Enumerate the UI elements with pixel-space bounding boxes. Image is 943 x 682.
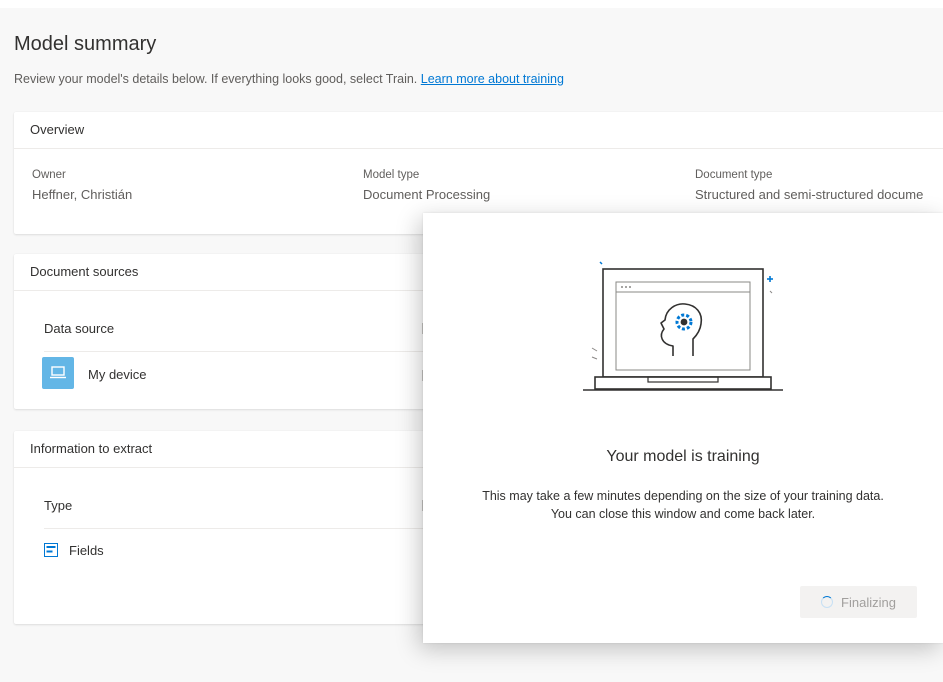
loading-spinner-icon <box>821 596 834 608</box>
model-type-label: Model type <box>363 169 420 181</box>
overview-heading: Overview <box>14 112 943 149</box>
model-type-field: Model type Document Processing <box>363 169 490 202</box>
owner-field: Owner Heffner, Christián <box>32 169 132 202</box>
page-subtitle-text: Review your model's details below. If ev… <box>14 72 418 86</box>
dialog-body-line-2: You can close this window and come back … <box>550 507 816 521</box>
abc-def-fields-icon <box>44 543 58 557</box>
page-subtitle: Review your model's details below. If ev… <box>14 72 564 86</box>
owner-label: Owner <box>32 169 66 181</box>
device-tile <box>42 357 74 389</box>
data-source-column-header: Data source <box>44 321 115 336</box>
finalizing-button-label: Finalizing <box>841 594 896 610</box>
device-source-label: My device <box>88 367 147 382</box>
laptop-with-brain-gear-illustration <box>583 261 783 391</box>
training-dialog: Your model is training This may take a f… <box>423 213 943 643</box>
fields-type-label: Fields <box>69 543 104 558</box>
finalizing-button[interactable]: Finalizing <box>800 586 917 618</box>
page-title: Model summary <box>14 33 157 55</box>
owner-value: Heffner, Christián <box>32 187 133 202</box>
model-type-value: Document Processing <box>363 187 491 202</box>
document-type-label: Document type <box>695 169 773 181</box>
dialog-body: This may take a few minutes depending on… <box>423 487 943 523</box>
learn-more-link[interactable]: Learn more about training <box>421 72 564 86</box>
document-type-value: Structured and semi-structured docume <box>695 187 924 202</box>
top-strip <box>0 0 943 8</box>
dialog-body-line-1: This may take a few minutes depending on… <box>482 489 884 503</box>
laptop-icon <box>50 366 66 379</box>
type-column-header: Type <box>44 498 73 513</box>
dialog-title: Your model is training <box>606 448 760 465</box>
document-type-field: Document type Structured and semi-struct… <box>695 169 923 202</box>
